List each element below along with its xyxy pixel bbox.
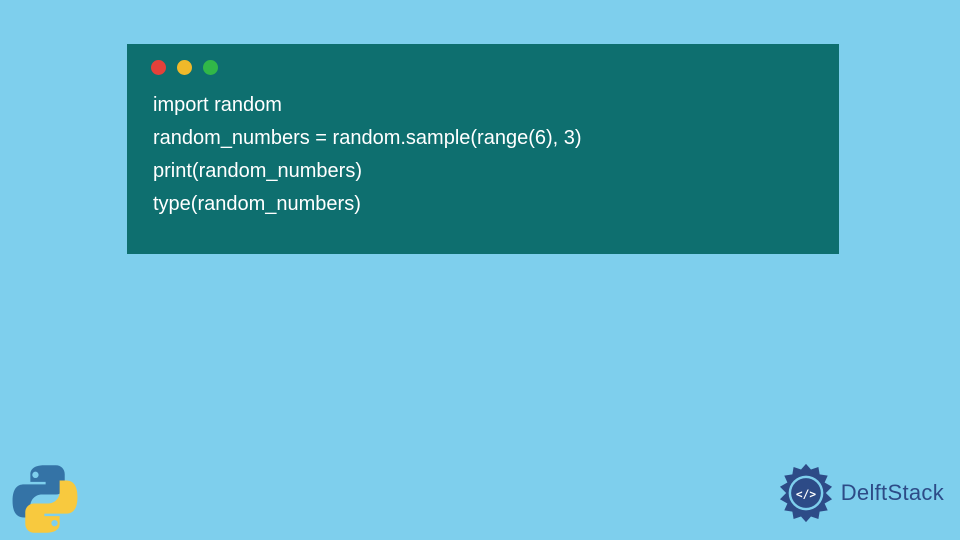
close-icon <box>151 60 166 75</box>
delftstack-text: DelftStack <box>841 480 944 506</box>
maximize-icon <box>203 60 218 75</box>
delftstack-logo: </> DelftStack <box>775 462 944 524</box>
code-line: random_numbers = random.sample(range(6),… <box>153 122 817 155</box>
code-line: import random <box>153 89 817 122</box>
svg-text:</>: </> <box>796 488 816 501</box>
code-block: import random random_numbers = random.sa… <box>149 89 817 221</box>
delftstack-badge-icon: </> <box>775 462 837 524</box>
python-logo-icon <box>10 464 80 534</box>
window-controls <box>151 60 817 75</box>
code-line: type(random_numbers) <box>153 188 817 221</box>
code-window: import random random_numbers = random.sa… <box>127 44 839 254</box>
code-line: print(random_numbers) <box>153 155 817 188</box>
minimize-icon <box>177 60 192 75</box>
